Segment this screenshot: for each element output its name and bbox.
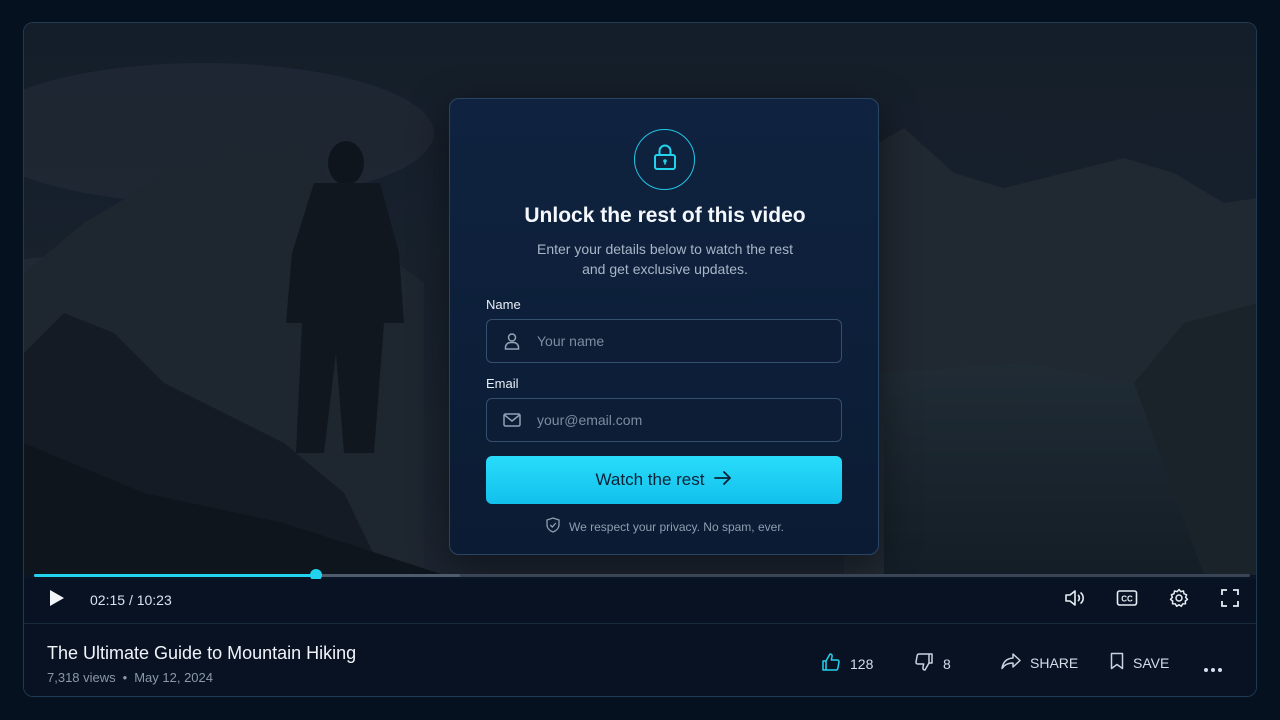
progress-bar[interactable] [34,569,1250,581]
volume-button[interactable] [1061,586,1089,614]
fullscreen-button[interactable] [1216,586,1244,614]
gate-subtext: Enter your details below to watch the re… [500,239,830,279]
like-count: 128 [850,655,874,672]
upload-date: May 12, 2024 [134,670,213,685]
privacy-note: We respect your privacy. No spam, ever. [450,517,880,536]
duration: 10:23 [136,592,172,608]
share-label: SHARE [1030,654,1079,671]
shield-check-icon [546,517,560,536]
privacy-text: We respect your privacy. No spam, ever. [569,519,784,534]
arrow-right-icon [714,470,732,490]
name-input[interactable] [537,333,841,349]
play-button[interactable] [43,586,71,614]
svg-text:CC: CC [1121,594,1133,603]
captions-button[interactable]: CC [1113,586,1141,614]
meta-separator: • [122,670,128,685]
share-icon [1001,652,1021,673]
name-label: Name [486,297,521,312]
email-input[interactable] [537,412,841,428]
fullscreen-icon [1221,588,1239,612]
bookmark-icon [1110,652,1124,673]
save-label: SAVE [1133,654,1170,671]
play-icon [49,589,65,612]
email-label: Email [486,376,519,391]
time-readout: 02:15 / 10:23 [90,592,172,608]
like-button[interactable]: 128 [821,652,873,675]
gate-heading: Unlock the rest of this video [524,204,806,227]
video-meta: 7,318 views • May 12, 2024 [47,670,213,685]
progress-played [34,574,317,577]
more-icon [1203,660,1223,676]
watch-the-rest-button[interactable]: Watch the rest [486,456,842,504]
user-icon [487,332,537,350]
lock-badge [634,129,695,190]
gate-subtext-line2: and get exclusive updates. [582,261,748,277]
email-gate-card: Unlock the rest of this video Enter your… [449,98,879,555]
player-controls: 02:15 / 10:23 CC [24,579,1256,623]
thumbs-up-icon [821,652,841,675]
more-button[interactable] [1203,660,1223,676]
video-frame[interactable]: Unlock the rest of this video Enter your… [24,23,1256,575]
thumbs-down-icon [914,652,934,675]
cc-icon: CC [1116,589,1138,612]
volume-icon [1064,589,1086,612]
watch-the-rest-label: Watch the rest [595,470,705,489]
dislike-count: 8 [943,655,951,672]
current-time: 02:15 [90,592,126,608]
video-player: Unlock the rest of this video Enter your… [23,22,1257,697]
name-field[interactable] [486,319,842,363]
time-separator: / [128,592,133,608]
lock-icon [652,143,678,176]
email-field[interactable] [486,398,842,442]
save-button[interactable]: SAVE [1110,652,1169,673]
video-info-bar: The Ultimate Guide to Mountain Hiking 7,… [24,623,1256,696]
dislike-button[interactable]: 8 [914,652,951,675]
mail-icon [487,412,537,428]
video-title: The Ultimate Guide to Mountain Hiking [47,643,357,663]
gate-subtext-line1: Enter your details below to watch the re… [536,241,794,257]
view-count: 7,318 views [47,670,116,685]
gear-icon [1169,588,1189,613]
share-button[interactable]: SHARE [1001,652,1078,673]
settings-button[interactable] [1165,586,1193,614]
